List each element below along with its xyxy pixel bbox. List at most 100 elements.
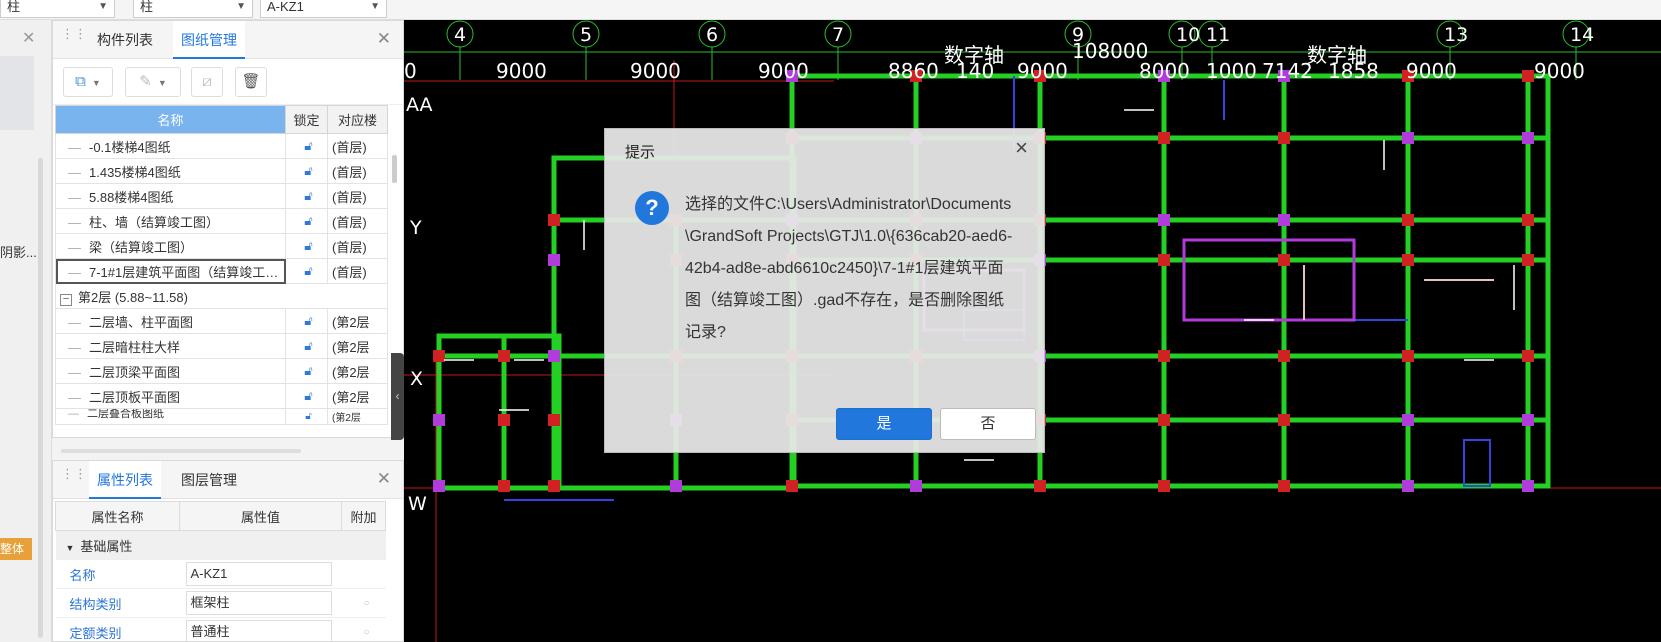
yes-button[interactable]: 是 [836,408,932,440]
tab-property-list[interactable]: 属性列表 [89,461,161,499]
split-drawing-button[interactable]: ⧄ [191,67,223,97]
column-marker [1522,132,1534,144]
column-marker [1402,414,1414,426]
property-row: 结构类别 框架柱 ○ [55,588,386,618]
nav-selected-item[interactable] [0,56,34,130]
table-row[interactable]: — 二层墙、柱平面图 🔓︎ (第2层 [55,308,388,334]
delete-drawing-button[interactable]: 🗑 [235,67,267,97]
tree-line: — [68,314,81,330]
experience-badge[interactable]: 整体验 [0,538,32,560]
drawing-floor: (首层) [327,183,388,209]
column-marker [1522,254,1534,266]
properties-panel: ⋮⋮ 属性列表 图层管理 ✕ 属性名称 属性值 附加 ▼ 基础属性 名称 A-KZ1… [52,460,404,642]
table-row[interactable]: — 二层顶梁平面图 🔓︎ (第2层 [55,358,388,384]
drag-grip-icon[interactable]: ⋮⋮ [61,467,87,489]
lock-icon[interactable]: 🔓︎ [285,408,328,425]
property-value-field[interactable]: 框架柱 [185,591,332,615]
dialog-message: 选择的文件C:\Users\Administrator\Documents\Gr… [685,196,1013,341]
lock-icon[interactable]: 🔓︎ [285,133,328,159]
drawing-floor: (第2层 [327,333,388,359]
table-row[interactable]: — 二层叠合板图纸 🔓︎ (第2层 [55,408,388,425]
close-icon[interactable]: ✕ [377,29,391,49]
table-row[interactable]: — 5.88楼梯4图纸 🔓︎ (首层) [55,183,388,209]
lock-icon[interactable]: 🔓︎ [285,333,328,359]
collapse-panel-handle[interactable]: ‹ [391,353,404,440]
edit-drawing-button[interactable]: ✎ ▼ [125,67,181,97]
no-button[interactable]: 否 [940,408,1036,440]
table-row[interactable]: — 二层暗柱柱大样 🔓︎ (第2层 [55,333,388,359]
lock-icon[interactable]: 🔓︎ [285,183,328,209]
horizontal-scrollbar[interactable] [61,449,301,453]
table-row[interactable]: — -0.1楼梯4图纸 🔓︎ (首层) [55,133,388,159]
row-axis-label: W [408,493,427,515]
close-icon[interactable]: ✕ [22,28,35,48]
section-row[interactable]: ▼ 基础属性 [55,530,386,560]
lock-icon[interactable]: 🔓︎ [285,383,328,409]
component-type-dropdown[interactable]: 柱 ▼ [0,0,115,18]
component-subtype-dropdown[interactable]: 柱 ▼ [133,0,253,18]
column-marker [786,480,798,492]
drawing-floor: (首层) [327,233,388,259]
column-header-floor[interactable]: 对应楼 [327,105,388,134]
lock-icon[interactable]: 🔓︎ [285,158,328,184]
drag-grip-icon[interactable]: ⋮⋮ [61,27,87,49]
property-value-field[interactable]: 普通柱 [185,620,332,642]
lock-icon[interactable]: 🔓︎ [285,358,328,384]
extra-checkbox[interactable]: ○ [341,617,386,642]
component-name-dropdown[interactable]: A-KZ1 ▼ [260,0,387,18]
tab-layer-management[interactable]: 图层管理 [173,461,245,499]
add-drawing-button[interactable]: ⧉ ▼ [63,67,113,97]
table-row[interactable]: — 二层顶板平面图 🔓︎ (第2层 [55,383,388,409]
column-header-prop-value: 属性值 [179,501,342,531]
property-value-field[interactable]: A-KZ1 [185,562,332,586]
column-marker [1034,480,1046,492]
column-header-lock[interactable]: 锁定 [285,105,328,134]
extra-checkbox[interactable] [341,559,386,589]
column-header-name[interactable]: 名称 [55,105,286,134]
tab-component-list[interactable]: 构件列表 [89,21,161,59]
group-row[interactable]: − 第2层 (5.88~11.58) [55,283,388,309]
property-name: 定额类别 [55,617,180,642]
property-name: 名称 [55,559,180,589]
tree-line: — [68,408,79,420]
column-marker [1402,214,1414,226]
column-marker [1158,132,1170,144]
column-marker [433,350,445,362]
dim-text: 9000 [758,59,809,83]
property-table: 属性名称 属性值 附加 ▼ 基础属性 名称 A-KZ1 结构类别 框架柱 ○ 定额类别普… [55,501,386,642]
top-toolbar: 柱 ▼ 柱 ▼ A-KZ1 ▼ [0,0,1661,20]
table-row[interactable]: — 柱、墙（结算竣工图） 🔓︎ (首层) [55,208,388,234]
edit-icon: ✎ [139,73,152,90]
table-row-selected[interactable]: — 7-1#1层建筑平面图（结算竣工图） 🔓︎ (首层) [55,258,388,284]
vertical-scrollbar[interactable] [392,155,397,183]
close-icon[interactable]: × [1015,135,1028,161]
scrollbar[interactable] [38,158,43,638]
table-row[interactable]: — 1.435楼梯4图纸 🔓︎ (首层) [55,158,388,184]
drawing-floor: (首层) [327,258,388,284]
extra-checkbox[interactable]: ○ [341,588,386,618]
column-marker [1402,254,1414,266]
lock-icon[interactable]: 🔓︎ [285,233,328,259]
drawing-name: 二层墙、柱平面图 [89,314,194,330]
column-marker [1402,132,1414,144]
chevron-down-icon: ▼ [236,1,246,12]
axis-number: 13 [1444,24,1468,46]
dim-text: 1000 [1206,59,1257,83]
drawing-name: 梁（结算竣工图） [89,239,194,255]
column-marker [1278,214,1290,226]
table-row[interactable]: — 梁（结算竣工图） 🔓︎ (首层) [55,233,388,259]
tab-drawing-management[interactable]: 图纸管理 [173,21,245,59]
column-marker [910,480,922,492]
chevron-down-icon: ▼ [157,78,167,88]
close-icon[interactable]: ✕ [377,469,391,489]
lock-icon[interactable]: 🔓︎ [285,208,328,234]
collapse-icon[interactable]: − [60,293,72,306]
panel-tabs: ⋮⋮ 属性列表 图层管理 ✕ [53,461,403,499]
lock-icon[interactable]: 🔓︎ [285,258,328,284]
column-marker [1278,254,1290,266]
left-nav-strip: ✕ 阴影... 整体验 [0,20,52,642]
lock-icon[interactable]: 🔓︎ [285,308,328,334]
question-icon: ? [635,191,669,225]
dim-text: 8860 [888,59,939,83]
tree-line: — [68,364,81,380]
